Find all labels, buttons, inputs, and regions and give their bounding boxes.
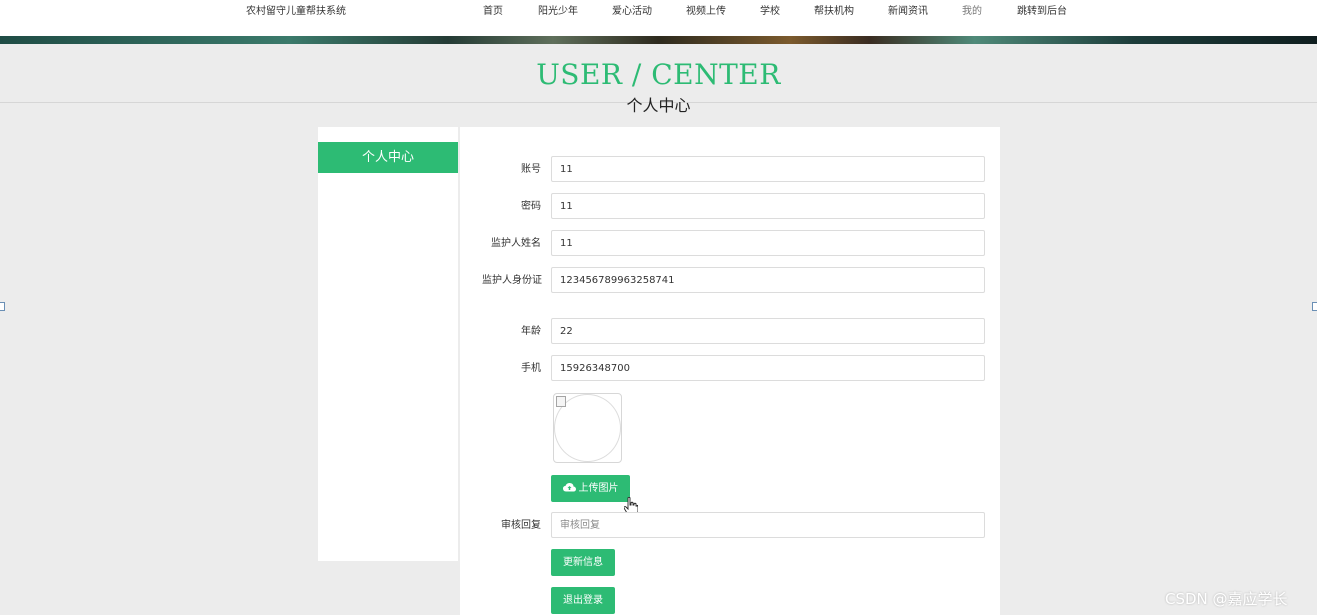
nav-sunshine-youth[interactable]: 阳光少年 <box>538 2 578 17</box>
nav-school[interactable]: 学校 <box>760 2 780 17</box>
main-nav: 首页 阳光少年 爱心活动 视频上传 学校 帮扶机构 新闻资讯 我的 跳转到后台 <box>0 2 1317 18</box>
cloud-upload-icon <box>562 483 576 492</box>
password-input[interactable] <box>551 193 985 219</box>
guardian-id-input[interactable] <box>551 267 985 293</box>
nav-go-to-admin[interactable]: 跳转到后台 <box>1017 2 1067 17</box>
page-title: USER / CENTER <box>536 58 781 91</box>
sidebar-item-personal-center[interactable]: 个人中心 <box>318 142 458 173</box>
nav-news[interactable]: 新闻资讯 <box>888 2 928 17</box>
nav-video-upload[interactable]: 视频上传 <box>686 2 726 17</box>
account-input[interactable] <box>551 156 985 182</box>
nav-mine[interactable]: 我的 <box>962 2 982 17</box>
password-label: 密码 <box>521 201 541 212</box>
guardian-name-label: 监护人姓名 <box>491 238 541 249</box>
account-label: 账号 <box>521 164 541 175</box>
right-resize-handle[interactable] <box>1312 302 1317 311</box>
avatar-image <box>553 393 622 463</box>
banner-image-strip <box>0 36 1317 44</box>
sidebar: 个人中心 <box>318 127 458 561</box>
top-navigation-bar: 农村留守儿童帮扶系统 首页 阳光少年 爱心活动 视频上传 学校 帮扶机构 新闻资… <box>0 0 1317 36</box>
watermark: CSDN @嘉应学长 <box>1165 590 1288 608</box>
review-reply-input[interactable] <box>551 512 985 538</box>
phone-label: 手机 <box>521 363 541 374</box>
nav-charity-activities[interactable]: 爱心活动 <box>612 2 652 17</box>
update-info-button[interactable]: 更新信息 <box>551 549 615 576</box>
left-resize-handle[interactable] <box>0 302 5 311</box>
age-label: 年龄 <box>521 326 541 337</box>
logout-button[interactable]: 退出登录 <box>551 587 615 614</box>
page-subtitle: 个人中心 <box>626 96 691 115</box>
review-reply-label: 审核回复 <box>501 520 541 531</box>
phone-input[interactable] <box>551 355 985 381</box>
broken-image-icon <box>556 396 566 407</box>
guardian-id-label: 监护人身份证 <box>482 275 542 286</box>
nav-home[interactable]: 首页 <box>483 2 503 17</box>
guardian-name-input[interactable] <box>551 230 985 256</box>
upload-image-label: 上传图片 <box>578 483 619 494</box>
nav-aid-organizations[interactable]: 帮扶机构 <box>814 2 854 17</box>
upload-image-button[interactable]: 上传图片 <box>551 475 630 502</box>
age-input[interactable] <box>551 318 985 344</box>
